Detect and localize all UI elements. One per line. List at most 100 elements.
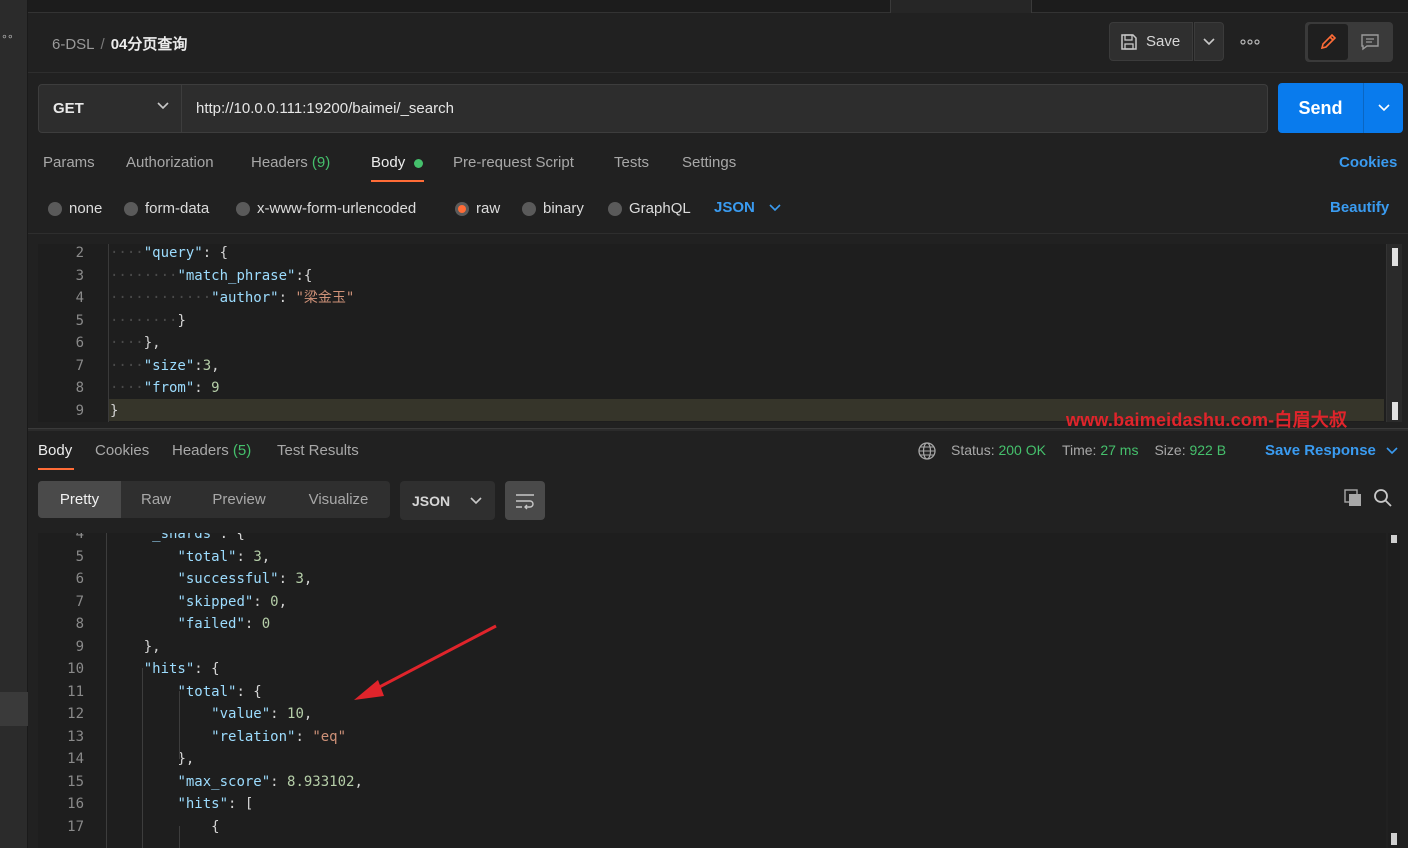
cookies-link[interactable]: Cookies xyxy=(1339,154,1397,171)
globe-icon[interactable] xyxy=(917,441,937,461)
indent-guide xyxy=(110,639,144,655)
indent-guide xyxy=(110,706,211,722)
scrollbar-thumb[interactable] xyxy=(1391,535,1397,543)
code-token: : { xyxy=(194,661,220,677)
radio-icon xyxy=(522,201,536,216)
sidebar-selected-item[interactable] xyxy=(0,692,28,726)
breadcrumb: 6-DSL / 04分页查询 xyxy=(52,33,187,54)
sidebar-more-icon[interactable]: ∘∘ xyxy=(1,30,14,43)
request-tab[interactable] xyxy=(890,0,1032,13)
body-type-raw[interactable]: raw xyxy=(455,200,500,217)
indent-guide-line xyxy=(179,826,180,848)
search-icon[interactable] xyxy=(1373,488,1393,508)
method-select[interactable]: GET xyxy=(38,84,182,133)
save-response-button[interactable]: Save Response xyxy=(1265,442,1398,459)
body-format-select[interactable]: JSON xyxy=(714,199,781,216)
body-type-urlencoded[interactable]: x-www-form-urlencoded xyxy=(236,200,416,217)
response-tab-body[interactable]: Body xyxy=(38,442,72,459)
view-visualize-button[interactable]: Visualize xyxy=(287,481,390,518)
indent-guide: ···· xyxy=(110,335,144,351)
response-tab-cookies[interactable]: Cookies xyxy=(95,442,149,459)
code-text: ········"match_phrase":{ xyxy=(110,265,312,288)
send-options-button[interactable] xyxy=(1363,83,1403,133)
line-number: 3 xyxy=(75,267,84,284)
response-tab-test-results[interactable]: Test Results xyxy=(277,442,359,459)
line-number: 8 xyxy=(75,616,84,632)
response-size[interactable]: Size: 922 B xyxy=(1154,442,1226,458)
tab-headers[interactable]: Headers (9) xyxy=(251,154,330,171)
edit-mode-button[interactable] xyxy=(1308,24,1348,60)
code-token: : xyxy=(194,357,203,374)
radio-icon xyxy=(608,201,622,216)
scrollbar-thumb[interactable] xyxy=(1392,248,1398,266)
code-text: "failed": 0 xyxy=(110,613,270,636)
copy-icon[interactable] xyxy=(1343,488,1363,508)
more-options-button[interactable] xyxy=(1236,30,1264,54)
tab-pre-request-script[interactable]: Pre-request Script xyxy=(453,154,574,171)
code-token: "size" xyxy=(143,357,195,374)
response-format-select[interactable]: JSON xyxy=(400,481,495,520)
code-line: 8 "failed": 0 xyxy=(38,613,1386,636)
body-type-form-data[interactable]: form-data xyxy=(124,200,209,217)
radio-selected-icon xyxy=(455,201,469,216)
code-line: 4 "_shards": { xyxy=(38,533,1386,546)
send-button[interactable]: Send xyxy=(1278,83,1363,133)
request-editor-scrollbar[interactable] xyxy=(1386,244,1402,422)
line-number: 6 xyxy=(75,571,84,587)
code-line: 6 "successful": 3, xyxy=(38,568,1386,591)
code-text: "total": 3, xyxy=(110,546,270,569)
code-token: : xyxy=(236,548,254,565)
breadcrumb-request-name[interactable]: 04分页查询 xyxy=(111,36,188,53)
chevron-down-icon xyxy=(157,102,169,110)
save-button[interactable]: Save xyxy=(1109,22,1193,61)
view-raw-button[interactable]: Raw xyxy=(121,481,191,518)
body-type-binary[interactable]: binary xyxy=(522,200,584,217)
tab-params[interactable]: Params xyxy=(43,154,95,171)
response-body-viewer[interactable]: 4 "_shards": {5 "total": 3, 6 "successful… xyxy=(38,533,1386,848)
code-line: 9 }, xyxy=(38,636,1386,659)
code-token: , xyxy=(261,548,271,565)
pane-splitter[interactable] xyxy=(28,428,1408,431)
code-line: 5 "total": 3, xyxy=(38,546,1386,569)
save-options-button[interactable] xyxy=(1194,22,1224,61)
header-divider xyxy=(28,72,1408,73)
body-format-value: JSON xyxy=(714,199,755,216)
line-number: 5 xyxy=(75,548,84,565)
request-body-editor[interactable]: 2 ····"query": {3 ········"match_phrase":{… xyxy=(38,244,1386,422)
beautify-button[interactable]: Beautify xyxy=(1330,199,1389,216)
response-scrollbar[interactable] xyxy=(1388,533,1400,848)
code-token: 3 xyxy=(202,357,212,374)
scrollbar-thumb-bottom[interactable] xyxy=(1391,833,1397,845)
code-token: "from" xyxy=(143,380,195,396)
body-type-none[interactable]: none xyxy=(48,200,102,217)
wrap-lines-icon xyxy=(516,493,534,509)
body-type-raw-label: raw xyxy=(476,200,501,217)
line-number: 5 xyxy=(75,312,84,329)
view-pretty-button[interactable]: Pretty xyxy=(38,481,121,518)
body-type-graphql[interactable]: GraphQL xyxy=(608,200,691,217)
code-token: : [ xyxy=(228,796,254,812)
response-time[interactable]: Time: 27 ms xyxy=(1062,442,1139,458)
tab-settings[interactable]: Settings xyxy=(682,154,736,171)
tab-authorization[interactable]: Authorization xyxy=(126,154,214,171)
save-button-label: Save xyxy=(1146,33,1181,50)
indent-guide xyxy=(110,594,177,610)
code-line: 3 ········"match_phrase":{ xyxy=(38,265,1386,288)
url-input[interactable]: http://10.0.0.111:19200/baimei/_search xyxy=(182,84,1268,133)
response-tab-headers[interactable]: Headers (5) xyxy=(172,442,251,459)
view-preview-button[interactable]: Preview xyxy=(191,481,287,518)
breadcrumb-collection[interactable]: 6-DSL xyxy=(52,36,95,53)
wrap-lines-button[interactable] xyxy=(505,481,545,520)
code-token: "value" xyxy=(211,706,271,722)
code-text: "successful": 3, xyxy=(110,568,312,591)
code-line: 5 ········} xyxy=(38,310,1386,333)
scrollbar-thumb-bottom[interactable] xyxy=(1392,402,1398,420)
code-token: "hits" xyxy=(177,796,229,812)
comments-button[interactable] xyxy=(1350,24,1390,60)
code-token: "total" xyxy=(177,683,237,700)
tab-body[interactable]: Body xyxy=(371,154,405,171)
editor-gutter-divider xyxy=(108,244,109,422)
status-code[interactable]: Status: 200 OK xyxy=(951,442,1046,458)
code-token: : { xyxy=(202,245,229,261)
tab-tests[interactable]: Tests xyxy=(614,154,649,171)
